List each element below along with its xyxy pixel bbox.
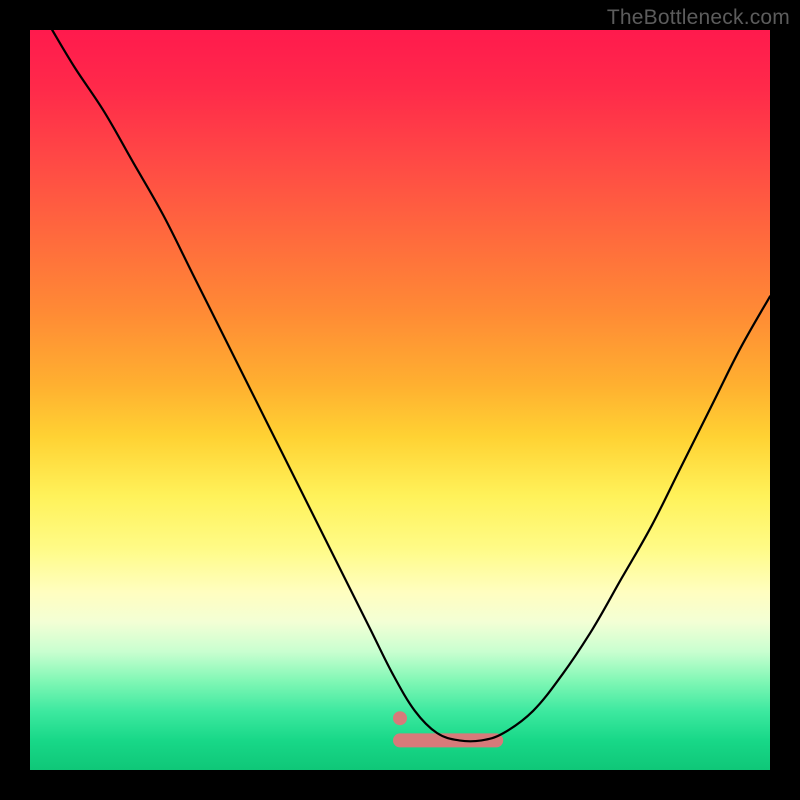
plot-area <box>30 30 770 770</box>
chart-frame: TheBottleneck.com <box>0 0 800 800</box>
highlight-dot <box>393 711 407 725</box>
chart-svg <box>30 30 770 770</box>
watermark-text: TheBottleneck.com <box>607 6 790 30</box>
bottleneck-curve <box>52 30 770 741</box>
